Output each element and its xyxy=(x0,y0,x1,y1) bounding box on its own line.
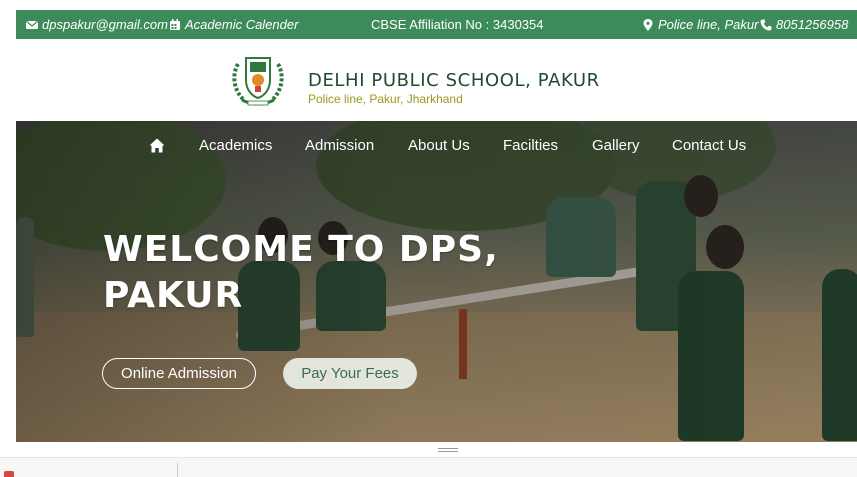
hero-heading-line2: PAKUR xyxy=(103,275,244,316)
main-nav: Academics Admission About Us Facilties G… xyxy=(16,135,857,157)
email-link[interactable]: dpspakur@gmail.com xyxy=(26,10,168,39)
location-link[interactable]: Police line, Pakur xyxy=(642,10,758,39)
calendar-icon xyxy=(170,18,180,30)
phone-icon xyxy=(760,19,772,30)
nav-about-us[interactable]: About Us xyxy=(408,137,470,154)
bottom-panel xyxy=(0,457,857,477)
online-admission-button[interactable]: Online Admission xyxy=(102,358,256,389)
panel-divider xyxy=(177,463,178,477)
nav-contact-us[interactable]: Contact Us xyxy=(672,137,746,154)
email-text: dpspakur@gmail.com xyxy=(42,17,168,32)
academic-calendar-text: Academic Calender xyxy=(185,17,299,32)
school-crest-icon xyxy=(232,57,284,106)
school-logo[interactable] xyxy=(230,50,286,108)
phone-text: 8051256958 xyxy=(776,17,849,32)
nav-facilities[interactable]: Facilties xyxy=(503,137,558,154)
favicon-icon xyxy=(4,471,14,477)
school-address: Police line, Pakur, Jharkhand xyxy=(308,92,463,106)
school-name[interactable]: DELHI PUBLIC SCHOOL, PAKUR xyxy=(308,70,600,91)
affiliation-text: CBSE Affiliation No : 3430354 xyxy=(371,17,544,32)
academic-calendar-link[interactable]: Academic Calender xyxy=(169,10,298,39)
site-header: DELHI PUBLIC SCHOOL, PAKUR Police line, … xyxy=(16,39,857,121)
pay-fees-button[interactable]: Pay Your Fees xyxy=(283,358,417,389)
top-bar: dpspakur@gmail.com Academic Calender CBS… xyxy=(16,10,857,39)
home-icon[interactable] xyxy=(149,138,165,153)
location-text: Police line, Pakur xyxy=(658,17,759,32)
hero-heading-line1: WELCOME TO DPS, xyxy=(103,229,499,270)
hero-banner: Academics Admission About Us Facilties G… xyxy=(16,121,857,442)
nav-admission[interactable]: Admission xyxy=(305,137,374,154)
nav-gallery[interactable]: Gallery xyxy=(592,137,640,154)
map-marker-icon xyxy=(643,18,653,31)
envelope-icon xyxy=(26,20,38,29)
resize-handle[interactable] xyxy=(438,448,458,453)
phone-link[interactable]: 8051256958 xyxy=(760,10,848,39)
nav-academics[interactable]: Academics xyxy=(199,137,272,154)
hero-heading: WELCOME TO DPS, PAKUR xyxy=(103,227,499,319)
